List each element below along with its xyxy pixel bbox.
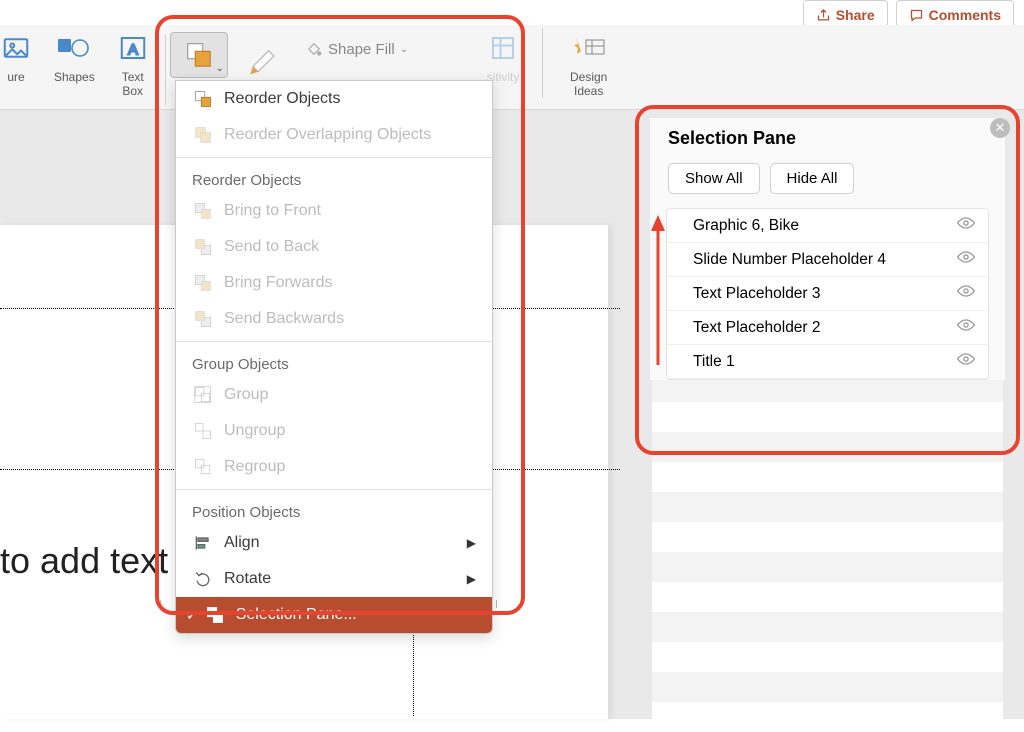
picture-icon: [1, 33, 31, 63]
selection-pane-item[interactable]: Slide Number Placeholder 4: [667, 243, 988, 277]
menu-send-backwards: Send Backwards: [176, 301, 492, 337]
menu-item-label: Regroup: [224, 458, 285, 476]
bucket-icon: [305, 40, 323, 58]
selection-pane-item[interactable]: Title 1: [667, 345, 988, 379]
item-label: Text Placeholder 3: [693, 285, 821, 303]
eye-icon[interactable]: [956, 250, 976, 269]
menu-regroup: Regroup: [176, 449, 492, 485]
chevron-right-icon: ▶: [467, 572, 476, 586]
placeholder-text[interactable]: to add text: [0, 540, 168, 582]
selection-pane-list: Graphic 6, Bike Slide Number Placeholder…: [666, 208, 989, 380]
eye-icon[interactable]: [956, 284, 976, 303]
menu-item-label: Reorder Objects: [224, 90, 341, 108]
shape-fill-label: Shape Fill: [328, 41, 395, 58]
menu-item-label: Send Backwards: [224, 310, 344, 328]
eye-icon[interactable]: [956, 352, 976, 371]
item-label: Title 1: [693, 353, 735, 371]
item-label: Slide Number Placeholder 4: [693, 251, 886, 269]
textbox-icon: A: [118, 33, 148, 63]
annotation-arrow: [648, 215, 668, 365]
chevron-down-icon: ⌄: [400, 44, 408, 55]
menu-item-label: Reorder Overlapping Objects: [224, 126, 431, 144]
ribbon-picture-label: ure: [7, 70, 24, 84]
arrange-icon: [184, 40, 214, 70]
menu-item-label: Rotate: [224, 570, 271, 588]
selection-pane-item[interactable]: Graphic 6, Bike: [667, 209, 988, 243]
menu-align[interactable]: Align ▶: [176, 525, 492, 561]
item-label: Graphic 6, Bike: [693, 217, 799, 235]
menu-bring-to-front: Bring to Front: [176, 193, 492, 229]
menu-section-group: Group Objects: [176, 346, 492, 377]
ribbon-textbox[interactable]: A Text Box: [105, 30, 161, 98]
arrange-dropdown: Reorder Objects Reorder Overlapping Obje…: [175, 80, 493, 634]
menu-reorder-overlapping: Reorder Overlapping Objects: [176, 117, 492, 153]
share-icon: [816, 8, 831, 23]
shape-fill-button[interactable]: Shape Fill ⌄: [305, 40, 408, 58]
share-label: Share: [836, 7, 875, 23]
pane-background-stripes: [652, 372, 1003, 719]
ribbon-shapes-label: Shapes: [54, 70, 95, 84]
menu-item-label: Bring Forwards: [224, 274, 332, 292]
menu-section-reorder: Reorder Objects: [176, 162, 492, 193]
menu-rotate[interactable]: Rotate ▶: [176, 561, 492, 597]
menu-ungroup: Ungroup: [176, 413, 492, 449]
menu-item-label: Send to Back: [224, 238, 319, 256]
eye-icon[interactable]: [956, 318, 976, 337]
ribbon-design-ideas[interactable]: Design Ideas: [560, 30, 617, 98]
chevron-down-icon: ⌄: [216, 63, 224, 74]
item-label: Text Placeholder 2: [693, 319, 821, 337]
chevron-right-icon: ▶: [467, 536, 476, 550]
selection-pane-item[interactable]: Text Placeholder 2: [667, 311, 988, 345]
menu-section-position: Position Objects: [176, 494, 492, 525]
menu-item-label: Align: [224, 534, 260, 552]
eye-icon[interactable]: [956, 216, 976, 235]
selection-pane: Selection Pane Show All Hide All Graphic…: [650, 118, 1005, 380]
design-ideas-icon: [572, 33, 606, 63]
selection-pane-title: Selection Pane: [650, 118, 1005, 159]
menu-item-label: Group: [224, 386, 268, 404]
close-pane-button[interactable]: ✕: [990, 118, 1010, 138]
selection-pane-item[interactable]: Text Placeholder 3: [667, 277, 988, 311]
design-label-2: Ideas: [574, 84, 603, 98]
menu-reorder-objects[interactable]: Reorder Objects: [176, 81, 492, 117]
menu-selection-pane[interactable]: ✓ Selection Pane...: [176, 597, 492, 633]
svg-text:A: A: [128, 41, 138, 58]
checkmark-icon: ✓: [186, 607, 198, 624]
ribbon-shapes[interactable]: Shapes: [44, 30, 105, 84]
painter-icon: [245, 35, 287, 77]
design-label-1: Design: [570, 70, 607, 84]
menu-bring-forwards: Bring Forwards: [176, 265, 492, 301]
comment-icon: [909, 8, 924, 23]
show-all-button[interactable]: Show All: [668, 163, 760, 194]
shapes-icon: [57, 33, 91, 63]
menu-group: Group: [176, 377, 492, 413]
format-painter[interactable]: [245, 35, 287, 82]
ribbon-textbox-label-1: Text: [122, 70, 144, 84]
arrange-button[interactable]: ⌄: [170, 32, 228, 78]
menu-item-label: Bring to Front: [224, 202, 321, 220]
sensitivity-icon: [488, 33, 518, 63]
ribbon-textbox-label-2: Box: [122, 84, 143, 98]
menu-item-label: Ungroup: [224, 422, 285, 440]
menu-item-label: Selection Pane...: [236, 606, 357, 624]
hide-all-button[interactable]: Hide All: [770, 163, 855, 194]
ribbon-picture[interactable]: ure: [0, 30, 44, 84]
ribbon-sensitivity[interactable]: sitivity: [475, 30, 531, 84]
menu-send-to-back: Send to Back: [176, 229, 492, 265]
comments-label: Comments: [929, 7, 1001, 23]
